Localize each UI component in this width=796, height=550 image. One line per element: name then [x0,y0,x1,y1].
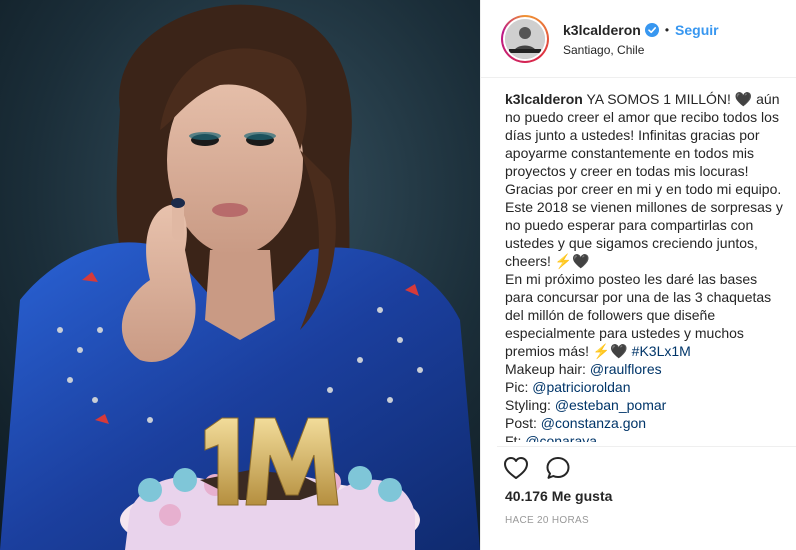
avatar-image [505,19,545,59]
username-row: k3lcalderon • Seguir [563,22,719,38]
post-details-panel: k3lcalderon • Seguir Santiago, Chile k3l… [480,0,796,550]
caption-paragraph-1: k3lcalderon YA SOMOS 1 MILLÓN! 🖤 aún no … [505,90,789,270]
avatar-frame [503,17,547,61]
credit-label: Pic: [505,379,529,395]
credit-line: Ft: @conaraya [505,432,789,442]
credit-handle-link[interactable]: @constanza.gon [541,415,646,431]
credit-handle-link[interactable]: @raulflores [590,361,662,377]
credit-handle-link[interactable]: @esteban_pomar [555,397,667,413]
post-photo-illustration [0,0,480,550]
likes-count[interactable]: 40.176 Me gusta [505,488,612,504]
credit-label: Makeup hair: [505,361,586,377]
post-timestamp[interactable]: HACE 20 HORAS [505,515,589,526]
verified-badge-icon [644,23,659,37]
post-actions [503,456,571,480]
credit-handle-link[interactable]: @patricioroldan [532,379,630,395]
caption-paragraph-2: En mi próximo posteo les daré las bases … [505,270,789,360]
location-link[interactable]: Santiago, Chile [563,43,644,57]
avatar[interactable] [501,15,549,63]
post-caption: k3lcalderon YA SOMOS 1 MILLÓN! 🖤 aún no … [505,90,789,442]
credit-line: Styling: @esteban_pomar [505,396,789,414]
caption-username[interactable]: k3lcalderon [505,91,583,107]
caption-text-1: YA SOMOS 1 MILLÓN! 🖤 aún no puedo creer … [505,91,783,269]
post-header: k3lcalderon • Seguir Santiago, Chile [481,0,796,78]
credit-line: Makeup hair: @raulflores [505,360,789,378]
follow-button[interactable]: Seguir [675,22,719,38]
credit-handle-link[interactable]: @conaraya [525,433,597,442]
credit-label: Post: [505,415,537,431]
credit-label: Ft: [505,433,522,442]
heart-icon[interactable] [503,456,529,480]
avatar-illustration [505,19,545,59]
hashtag-link[interactable]: #K3Lx1M [632,343,691,359]
credit-line: Pic: @patricioroldan [505,378,789,396]
post-photo[interactable] [0,0,480,550]
credit-label: Styling: [505,397,551,413]
separator-dot: • [664,23,670,37]
comment-icon[interactable] [545,456,571,480]
credit-line: Post: @constanza.gon [505,414,789,432]
actions-divider [497,446,796,447]
username-link[interactable]: k3lcalderon [563,22,641,38]
